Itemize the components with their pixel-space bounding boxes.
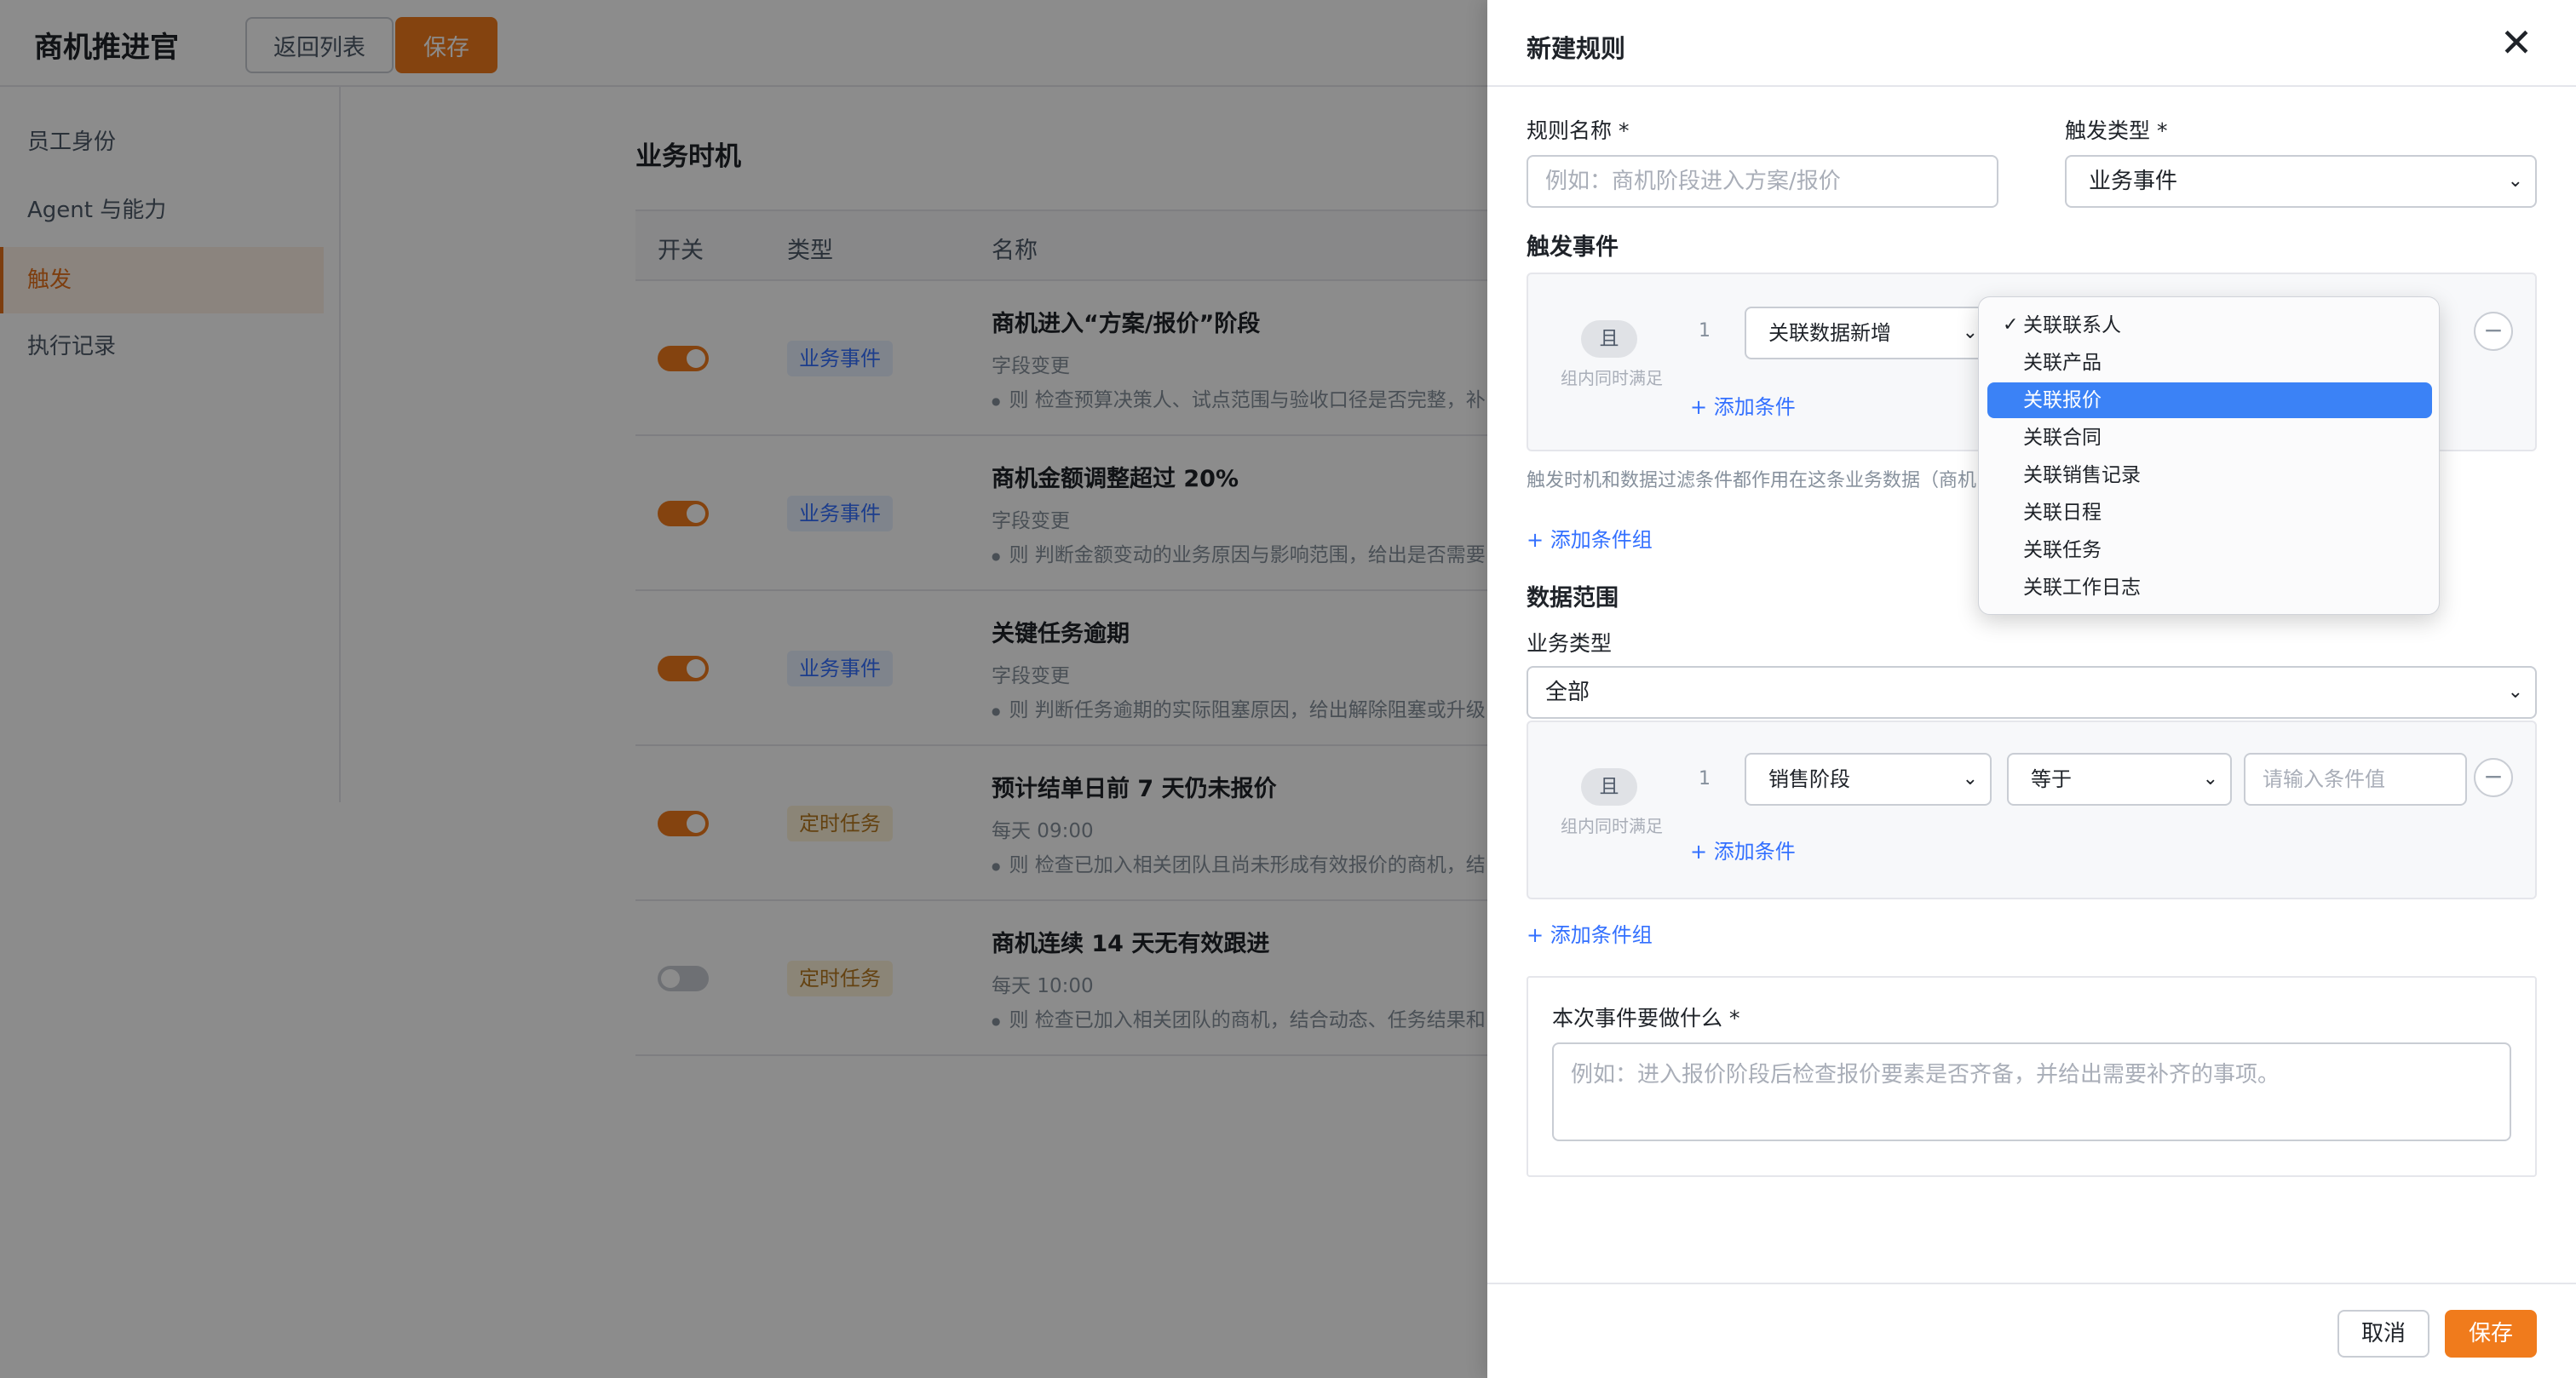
and-badge[interactable]: 且 (1581, 768, 1637, 806)
dropdown-option-related-schedule[interactable]: 关联日程 (1987, 495, 2432, 531)
data-scope-label: 数据范围 (1527, 585, 1619, 611)
group-hint: 组内同时满足 (1561, 816, 1663, 836)
add-condition-group-link[interactable]: + 添加条件组 (1527, 918, 1653, 948)
cancel-button[interactable]: 取消 (2337, 1310, 2429, 1358)
dropdown-option-label: 关联任务 (2023, 539, 2102, 561)
condition-field-value: 关联数据新增 (1768, 321, 1891, 345)
chevron-down-icon: ⌄ (2507, 170, 2523, 192)
biz-type-select[interactable]: 全部 ⌄ (1527, 666, 2537, 719)
task-label: 本次事件要做什么 * (1552, 1006, 1740, 1031)
close-icon[interactable]: ✕ (2499, 23, 2533, 62)
chevron-down-icon: ⌄ (2507, 681, 2523, 703)
condition-index: 1 (1699, 768, 1711, 789)
chevron-down-icon: ⌄ (2202, 768, 2218, 789)
drawer-footer: 取消 保存 (1487, 1283, 2576, 1378)
data-condition-group: 且 组内同时满足 1 销售阶段 ⌄ 等于 ⌄ 请输入条件值 − + 添加条件 (1527, 721, 2537, 899)
dropdown-option-label: 关联工作日志 (2023, 577, 2141, 599)
trigger-note: 触发时机和数据过滤条件都作用在这条业务数据（商机 (1527, 470, 1977, 491)
trigger-type-label: 触发类型 * (2065, 118, 2168, 143)
dropdown-option-related-contract[interactable]: 关联合同 (1987, 420, 2432, 456)
chevron-down-icon: ⌄ (1962, 322, 1978, 343)
biz-type-label: 业务类型 (1527, 631, 1613, 656)
condition-field-value: 销售阶段 (1768, 767, 1850, 791)
add-condition-group-link[interactable]: + 添加条件组 (1527, 523, 1653, 553)
rule-name-label: 规则名称 * (1527, 118, 1630, 143)
dropdown-option-related-sales-record[interactable]: 关联销售记录 (1987, 457, 2432, 493)
condition-index: 1 (1699, 320, 1711, 342)
dropdown-option-related-quote[interactable]: 关联报价 (1987, 382, 2432, 418)
dropdown-option-label: 关联产品 (2023, 352, 2102, 374)
dropdown-option-related-work-log[interactable]: 关联工作日志 (1987, 570, 2432, 606)
biz-type-value: 全部 (1545, 680, 1590, 705)
drawer-header: 新建规则 ✕ (1487, 0, 2576, 87)
dropdown-option-label: 关联日程 (2023, 502, 2102, 524)
related-data-dropdown: ✓ 关联联系人 关联产品 关联报价 关联合同 关联销售记录 关联日程 关联任务 … (1978, 296, 2440, 615)
rule-name-input[interactable]: 例如：商机阶段进入方案/报价 (1527, 155, 1998, 208)
task-textarea[interactable]: 例如：进入报价阶段后检查报价要素是否齐备，并给出需要补齐的事项。 (1552, 1042, 2511, 1141)
add-condition-link[interactable]: + 添加条件 (1690, 835, 1796, 864)
trigger-event-label: 触发事件 (1527, 234, 1619, 261)
dropdown-option-related-contact[interactable]: ✓ 关联联系人 (1987, 307, 2432, 343)
modal-overlay[interactable] (0, 0, 1487, 1378)
checkmark-icon: ✓ (2003, 314, 2019, 336)
dropdown-option-label: 关联联系人 (2023, 314, 2121, 336)
dropdown-option-label: 关联合同 (2023, 427, 2102, 449)
drawer-title: 新建规则 (1527, 34, 1626, 63)
add-condition-link[interactable]: + 添加条件 (1690, 390, 1796, 420)
chevron-down-icon: ⌄ (1962, 768, 1978, 789)
group-hint: 组内同时满足 (1561, 368, 1663, 388)
trigger-type-value: 业务事件 (2089, 169, 2178, 194)
dropdown-option-related-product[interactable]: 关联产品 (1987, 345, 2432, 381)
condition-operator-select[interactable]: 等于 ⌄ (2007, 753, 2232, 806)
condition-field-select[interactable]: 销售阶段 ⌄ (1745, 753, 1992, 806)
and-badge[interactable]: 且 (1581, 320, 1637, 358)
condition-value-input[interactable]: 请输入条件值 (2244, 753, 2467, 806)
dropdown-option-label: 关联销售记录 (2023, 464, 2141, 486)
condition-operator-value: 等于 (2031, 767, 2072, 791)
save-button[interactable]: 保存 (2445, 1310, 2537, 1358)
dropdown-option-label: 关联报价 (2023, 389, 2102, 411)
condition-field-select[interactable]: 关联数据新增 ⌄ (1745, 307, 1992, 359)
remove-condition-icon[interactable]: − (2474, 312, 2513, 351)
trigger-type-select[interactable]: 业务事件 ⌄ (2065, 155, 2537, 208)
new-rule-drawer: 新建规则 ✕ 规则名称 * 例如：商机阶段进入方案/报价 触发类型 * 业务事件… (1487, 0, 2576, 1378)
task-section: 本次事件要做什么 * 例如：进入报价阶段后检查报价要素是否齐备，并给出需要补齐的… (1527, 976, 2537, 1177)
remove-condition-icon[interactable]: − (2474, 758, 2513, 797)
dropdown-option-related-task[interactable]: 关联任务 (1987, 532, 2432, 568)
